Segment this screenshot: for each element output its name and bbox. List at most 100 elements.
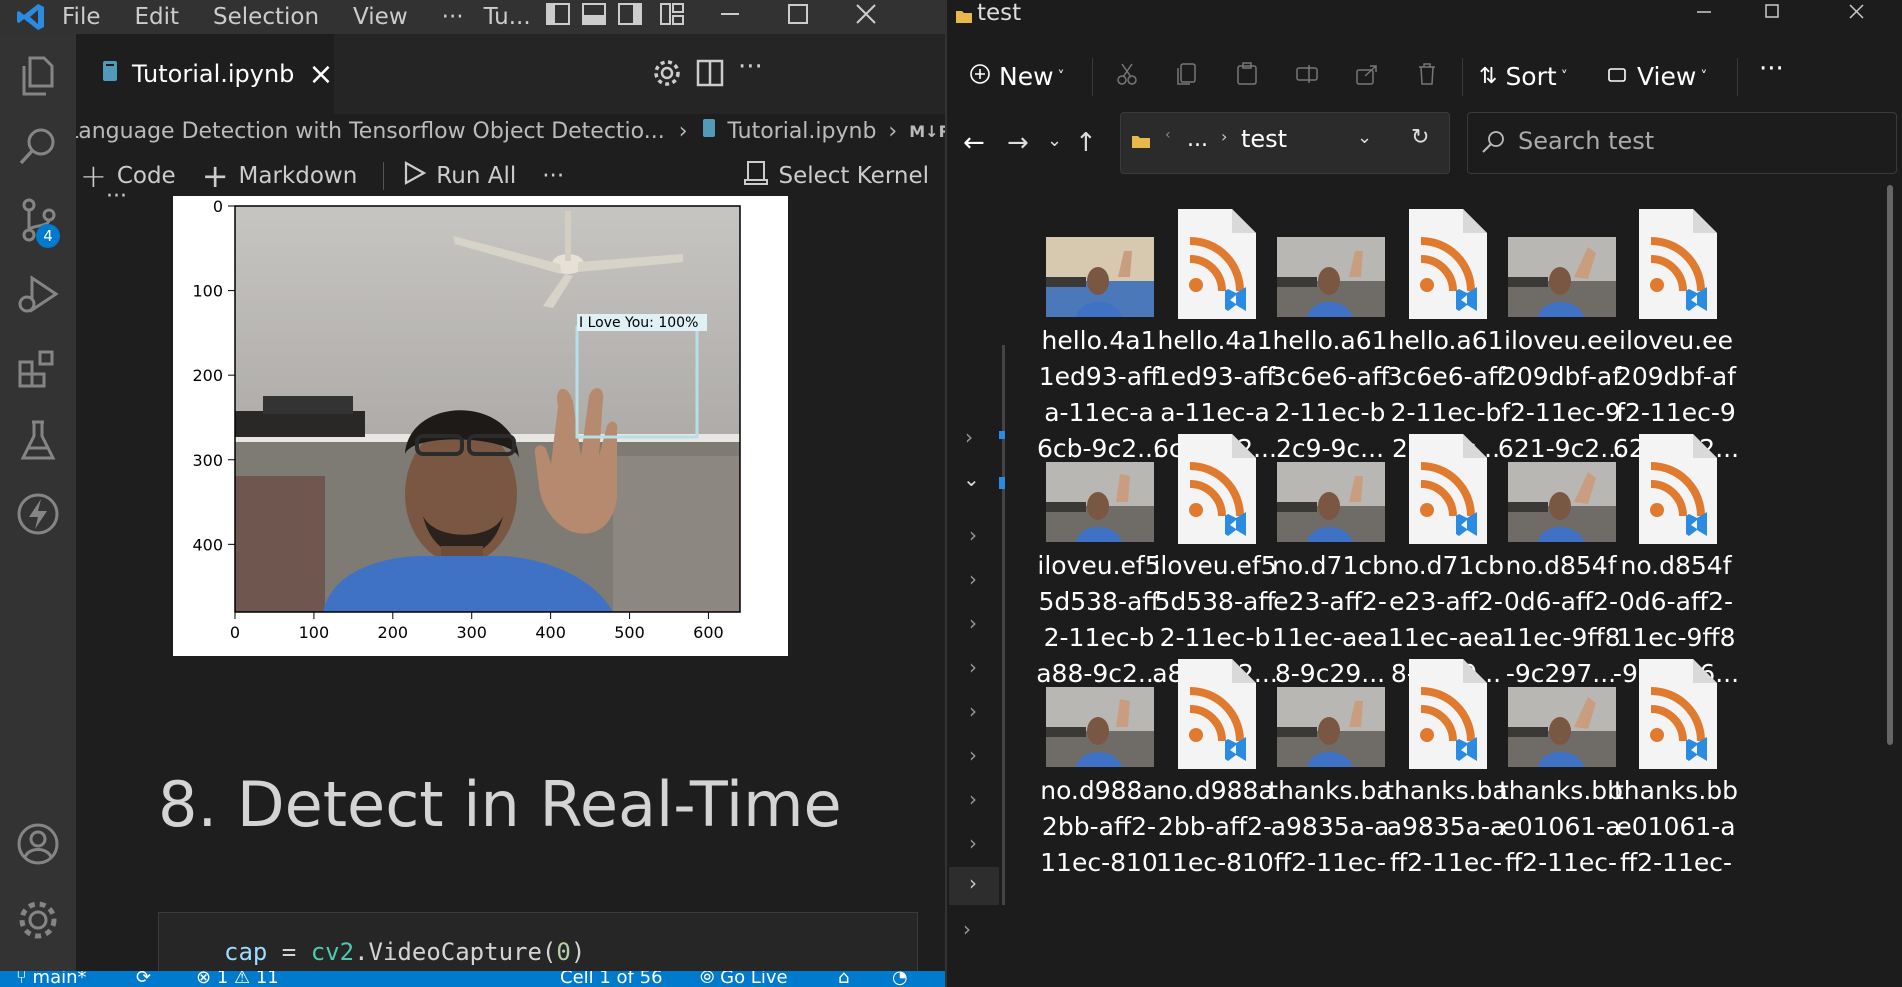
tab-close-icon[interactable]: ×	[308, 57, 333, 92]
new-plus-icon	[969, 62, 991, 91]
editor-tab-bar: Tutorial.ipynb × ···	[76, 34, 945, 114]
chevron-down-icon[interactable]: ⌄	[1357, 127, 1372, 148]
settings-gear-icon[interactable]	[0, 880, 76, 960]
cell-more-actions[interactable]: ···	[106, 186, 127, 208]
menu-selection[interactable]: Selection	[213, 4, 319, 30]
feedback-icon[interactable]: ⌂	[838, 971, 849, 987]
expand-chevron-icon[interactable]: ›	[969, 831, 977, 855]
xml-file-tile[interactable]: thanks.bb e01061-a ff2-11ec-	[1606, 645, 1746, 915]
breadcrumb-folder[interactable]: Language Detection with Tensorflow Objec…	[76, 119, 665, 144]
address-bar[interactable]: ‹ ... › test ⌄ ↻	[1120, 112, 1450, 174]
expand-chevron-icon[interactable]: ›	[969, 655, 977, 679]
close-window-icon[interactable]	[1847, 2, 1867, 28]
code-call: .VideoCapture(	[354, 938, 557, 966]
minimize-icon[interactable]	[719, 3, 741, 31]
delete-icon[interactable]	[1415, 62, 1439, 92]
expand-chevron-icon[interactable]: ›	[969, 567, 977, 591]
menu-file[interactable]: File	[62, 4, 101, 30]
branch-status[interactable]: ⑂ main*	[16, 971, 87, 987]
toggle-secondary-sidebar-icon[interactable]	[617, 2, 643, 32]
file-name-line: e01061-a	[1616, 812, 1736, 841]
explorer-titlebar: test	[947, 0, 1902, 34]
address-folder[interactable]: test	[1241, 125, 1287, 153]
cut-icon[interactable]	[1115, 62, 1139, 92]
add-code-cell-button[interactable]: + Code	[80, 157, 176, 195]
close-window-icon[interactable]	[855, 3, 877, 31]
toolbar-more[interactable]: ···	[542, 163, 564, 189]
notebook-settings-gear-icon[interactable]	[652, 58, 682, 92]
breadcrumb-file[interactable]: Tutorial.ipynb	[728, 119, 877, 144]
paste-icon[interactable]	[1235, 62, 1259, 92]
explorer-icon[interactable]	[0, 36, 76, 116]
broadcast-icon: ⦾	[700, 971, 721, 987]
image-thumbnail	[1508, 687, 1616, 767]
expand-chevron-icon[interactable]: ›	[963, 917, 971, 941]
lightning-icon[interactable]	[0, 474, 76, 554]
up-arrow-icon[interactable]: ↑	[1075, 128, 1097, 158]
divider	[1737, 58, 1738, 96]
expand-chevron-icon[interactable]: ›	[969, 699, 977, 723]
xml-rss-file-icon	[1170, 207, 1260, 323]
search-icon[interactable]	[0, 106, 76, 186]
problems-status[interactable]: ⊗ 1 ⚠ 11	[196, 971, 279, 987]
maximize-icon[interactable]	[787, 3, 809, 31]
notifications-bell-icon[interactable]: ◔	[892, 971, 908, 987]
extensions-icon[interactable]	[0, 328, 76, 408]
maximize-icon[interactable]	[1763, 2, 1783, 28]
back-arrow-icon[interactable]: ←	[963, 128, 985, 158]
rename-icon[interactable]	[1295, 62, 1319, 92]
forward-arrow-icon[interactable]: →	[1007, 128, 1029, 158]
content-scrollbar[interactable]	[1887, 185, 1893, 745]
view-button[interactable]: View ˅	[1607, 62, 1707, 91]
customize-layout-icon[interactable]	[659, 2, 685, 32]
cell-position[interactable]: Cell 1 of 56	[560, 971, 663, 987]
editor-more-actions[interactable]: ···	[738, 52, 763, 82]
expand-chevron-icon[interactable]: ›	[969, 787, 977, 811]
sync-icon[interactable]: ⟳	[136, 971, 151, 987]
x-tick-label: 0	[230, 623, 240, 642]
expand-chevron-icon[interactable]: ›	[969, 611, 977, 635]
plot-output: I Love You: 100% 0 100 200 300 400 500 600 0 10…	[173, 196, 788, 656]
breadcrumb-markdown[interactable]: M↓R	[909, 122, 945, 141]
sort-button[interactable]: ⇅ Sort ˅	[1479, 62, 1568, 91]
source-control-icon[interactable]: 4	[0, 180, 76, 260]
menu-edit[interactable]: Edit	[135, 4, 180, 30]
new-button[interactable]: New ˅	[969, 62, 1065, 91]
share-icon[interactable]	[1355, 62, 1379, 92]
search-box[interactable]: Search test	[1467, 112, 1897, 174]
menu-more[interactable]: ···	[442, 4, 464, 30]
collapse-chevron-icon[interactable]: ⌄	[963, 467, 980, 491]
go-live-button[interactable]: ⦾ Go Live	[700, 971, 788, 987]
address-ellipsis[interactable]: ...	[1187, 127, 1208, 152]
testing-flask-icon[interactable]	[0, 400, 76, 480]
expand-chevron-icon[interactable]: ›	[965, 425, 973, 449]
add-markdown-cell-button[interactable]: + Markdown	[202, 157, 358, 195]
explorer-title: test	[977, 0, 1022, 26]
activity-bar: 4	[0, 34, 76, 971]
expand-chevron-icon[interactable]: ›	[969, 743, 977, 767]
toggle-sidebar-icon[interactable]	[545, 2, 571, 32]
run-all-button[interactable]: Run All	[402, 160, 516, 192]
x-tick-label: 400	[535, 623, 566, 642]
chevron-right-icon: ›	[678, 118, 688, 144]
x-tick-label: 300	[456, 623, 487, 642]
recent-locations-chevron-icon[interactable]: ⌄	[1047, 130, 1062, 151]
select-kernel-button[interactable]: Select Kernel	[744, 160, 929, 192]
image-thumbnail	[1277, 462, 1385, 542]
nav-item-marker	[999, 431, 1005, 439]
code-line[interactable]: cap = cv2.VideoCapture(0)	[224, 938, 585, 966]
tab-tutorial-ipynb[interactable]: Tutorial.ipynb ×	[76, 34, 334, 114]
see-more-button[interactable]: ···	[1759, 54, 1784, 84]
account-icon[interactable]	[0, 804, 76, 884]
refresh-icon[interactable]: ↻	[1411, 125, 1429, 150]
code-op: =	[267, 938, 311, 966]
minimize-icon[interactable]	[1695, 2, 1715, 28]
nav-scrollbar[interactable]	[1002, 345, 1005, 905]
expand-chevron-icon[interactable]: ›	[969, 871, 977, 895]
toggle-panel-icon[interactable]	[581, 2, 607, 32]
menu-view[interactable]: View	[353, 4, 408, 30]
copy-icon[interactable]	[1175, 62, 1199, 92]
run-debug-icon[interactable]	[0, 254, 76, 334]
expand-chevron-icon[interactable]: ›	[969, 523, 977, 547]
split-editor-icon[interactable]	[695, 58, 725, 92]
